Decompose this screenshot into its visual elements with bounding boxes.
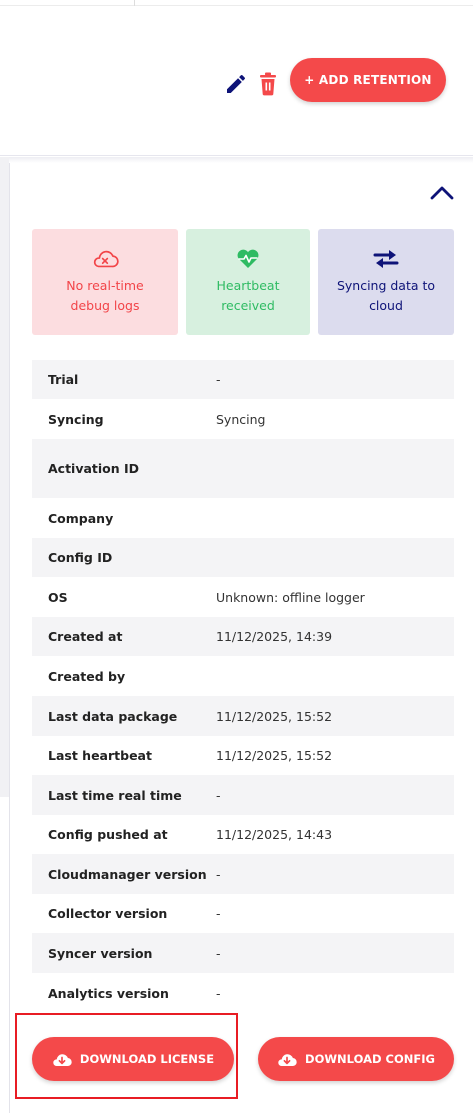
detail-value: - xyxy=(216,866,221,882)
detail-label: Last data package xyxy=(48,708,178,724)
detail-label: Analytics version xyxy=(48,985,169,1001)
detail-label: Last heartbeat xyxy=(48,748,152,763)
detail-row-os: OS Unknown: offline logger xyxy=(32,577,454,617)
detail-row-analytics-version: Analytics version - xyxy=(32,973,454,1013)
detail-label: Config pushed at xyxy=(48,827,168,842)
cloud-download-icon xyxy=(277,1051,297,1067)
status-card-line2: cloud xyxy=(369,298,403,313)
detail-row-company: Company xyxy=(32,498,454,538)
status-card-debug-logs: No real-time debug logs xyxy=(32,229,178,335)
detail-label: OS xyxy=(48,589,68,605)
detail-row-activation-id: Activation ID xyxy=(32,439,454,498)
download-license-button[interactable]: DOWNLOAD LICENSE xyxy=(32,1037,234,1081)
detail-label: Collector version xyxy=(48,906,168,921)
detail-row-syncer-version: Syncer version - xyxy=(32,933,454,973)
detail-label: Syncer version xyxy=(48,945,153,961)
download-config-label: DOWNLOAD CONFIG xyxy=(305,1052,435,1066)
delete-button[interactable] xyxy=(258,72,278,96)
detail-label: Config ID xyxy=(48,550,113,565)
detail-label: Last time real time xyxy=(48,787,182,803)
detail-value: 11/12/2025, 15:52 xyxy=(216,748,333,763)
detail-value: 11/12/2025, 14:43 xyxy=(216,827,333,842)
detail-row-created-by: Created by xyxy=(32,656,454,696)
status-card-line1: Heartbeat xyxy=(216,278,280,293)
edit-button[interactable] xyxy=(224,72,248,96)
detail-label: Company xyxy=(48,510,114,526)
download-config-button[interactable]: DOWNLOAD CONFIG xyxy=(258,1037,454,1081)
detail-row-collector-version: Collector version - xyxy=(32,894,454,933)
detail-label: Created by xyxy=(48,668,126,684)
pencil-icon xyxy=(227,74,246,93)
detail-row-last-heartbeat: Last heartbeat 11/12/2025, 15:52 xyxy=(32,736,454,775)
logger-detail-page: + ADD RETENTION No real-time debug logs … xyxy=(0,0,473,1113)
cloud-x-icon xyxy=(91,248,119,270)
detail-row-trial: Trial - xyxy=(32,360,454,399)
status-card-heartbeat: Heartbeat received xyxy=(186,229,310,335)
detail-value: - xyxy=(216,372,221,387)
detail-row-config-pushed-at: Config pushed at 11/12/2025, 14:43 xyxy=(32,815,454,854)
panel-top-shadow xyxy=(9,157,473,163)
detail-label: Created at xyxy=(48,629,123,644)
status-card-line1: Syncing data to xyxy=(336,278,436,293)
detail-label: Activation ID xyxy=(48,461,140,476)
cloud-download-icon xyxy=(52,1051,72,1067)
detail-label: Trial xyxy=(48,372,79,387)
add-retention-button[interactable]: + ADD RETENTION xyxy=(290,58,446,102)
toolbar: + ADD RETENTION xyxy=(0,6,473,156)
detail-row-config-id: Config ID xyxy=(32,538,454,577)
detail-label: Syncing xyxy=(48,411,104,427)
collapse-button[interactable] xyxy=(430,182,454,204)
heartbeat-icon xyxy=(234,248,262,270)
detail-value: - xyxy=(216,945,221,961)
status-card-line2: received xyxy=(221,298,275,313)
page-background-strip xyxy=(0,157,9,797)
status-card-line2: debug logs xyxy=(70,298,140,313)
chevron-up-icon xyxy=(430,186,454,200)
swap-arrows-icon xyxy=(372,248,400,270)
detail-value: Unknown: offline logger xyxy=(216,589,365,605)
detail-value: 11/12/2025, 14:39 xyxy=(216,629,333,644)
status-card-syncing: Syncing data to cloud xyxy=(318,229,454,335)
detail-value: Syncing xyxy=(216,411,266,427)
trash-icon xyxy=(260,72,276,96)
detail-row-created-at: Created at 11/12/2025, 14:39 xyxy=(32,617,454,656)
detail-row-cloudmanager-version: Cloudmanager version - xyxy=(32,854,454,894)
detail-row-last-time-real-time: Last time real time - xyxy=(32,775,454,815)
detail-row-last-data-package: Last data package 11/12/2025, 15:52 xyxy=(32,696,454,736)
detail-value: 11/12/2025, 15:52 xyxy=(216,708,333,724)
detail-value: - xyxy=(216,906,221,921)
detail-value: - xyxy=(216,985,221,1001)
status-card-line1: No real-time xyxy=(66,278,144,293)
detail-row-syncing: Syncing Syncing xyxy=(32,399,454,439)
detail-value: - xyxy=(216,787,221,803)
download-license-label: DOWNLOAD LICENSE xyxy=(79,1052,215,1066)
detail-label: Cloudmanager version xyxy=(48,866,207,882)
